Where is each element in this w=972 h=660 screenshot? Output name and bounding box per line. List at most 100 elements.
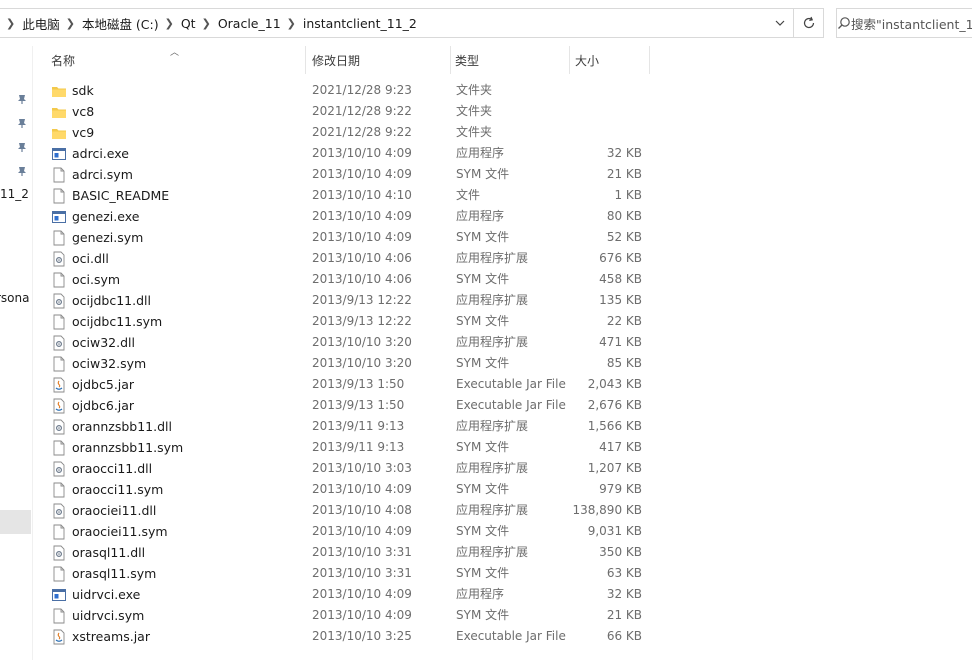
file-row[interactable]: xstreams.jar 2013/10/10 3:25 Executable Ja… bbox=[33, 626, 972, 647]
file-name[interactable]: vc8 bbox=[72, 101, 94, 122]
file-row[interactable]: BASIC_README 2013/10/10 4:10 文件 1 KB bbox=[33, 185, 972, 206]
file-row[interactable]: ociw32.dll 2013/10/10 3:20 应用程序扩展 471 KB bbox=[33, 332, 972, 353]
file-row[interactable]: oci.sym 2013/10/10 4:06 SYM 文件 458 KB bbox=[33, 269, 972, 290]
file-name[interactable]: BASIC_README bbox=[72, 185, 169, 206]
file-name[interactable]: orasql11.sym bbox=[72, 563, 156, 584]
breadcrumb-qt[interactable]: Qt bbox=[181, 16, 196, 31]
file-row[interactable]: uidrvci.sym 2013/10/10 4:09 SYM 文件 21 KB bbox=[33, 605, 972, 626]
chevron-right-icon[interactable]: ❯ bbox=[60, 17, 82, 30]
file-row[interactable]: oci.dll 2013/10/10 4:06 应用程序扩展 676 KB bbox=[33, 248, 972, 269]
file-type: Executable Jar File bbox=[456, 629, 566, 643]
file-row[interactable]: adrci.sym 2013/10/10 4:09 SYM 文件 21 KB bbox=[33, 164, 972, 185]
file-row[interactable]: ociw32.sym 2013/10/10 3:20 SYM 文件 85 KB bbox=[33, 353, 972, 374]
file-row[interactable]: orasql11.dll 2013/10/10 3:31 应用程序扩展 350 KB bbox=[33, 542, 972, 563]
file-name[interactable]: ocijdbc11.dll bbox=[72, 290, 151, 311]
jar-icon bbox=[53, 398, 65, 414]
nav-item-selected[interactable] bbox=[0, 510, 31, 534]
column-header-type[interactable]: 类型 bbox=[449, 46, 569, 74]
file-type: 应用程序扩展 bbox=[456, 335, 529, 349]
file-modified-date: 2013/9/11 9:13 bbox=[312, 419, 405, 433]
pin-icon[interactable] bbox=[16, 165, 28, 177]
file-icon bbox=[53, 524, 65, 540]
column-header-name[interactable]: 名称 bbox=[45, 46, 305, 74]
file-name[interactable]: oraociei11.sym bbox=[72, 521, 168, 542]
file-name[interactable]: genezi.sym bbox=[72, 227, 143, 248]
breadcrumb-current-folder[interactable]: instantclient_11_2 bbox=[303, 16, 417, 31]
column-divider[interactable] bbox=[649, 46, 650, 74]
file-icon bbox=[53, 608, 65, 624]
refresh-button[interactable] bbox=[794, 8, 824, 38]
file-name[interactable]: ojdbc6.jar bbox=[72, 395, 134, 416]
file-name[interactable]: orasql11.dll bbox=[72, 542, 145, 563]
jar-icon bbox=[53, 377, 65, 393]
search-input[interactable]: 搜索"instantclient_11_2" bbox=[851, 14, 972, 33]
column-header-size[interactable]: 大小 bbox=[569, 46, 649, 74]
file-name[interactable]: adrci.sym bbox=[72, 164, 133, 185]
dll-icon bbox=[53, 251, 65, 267]
file-size: 52 KB bbox=[606, 230, 642, 244]
file-row[interactable]: genezi.exe 2013/10/10 4:09 应用程序 80 KB bbox=[33, 206, 972, 227]
file-row[interactable]: genezi.sym 2013/10/10 4:09 SYM 文件 52 KB bbox=[33, 227, 972, 248]
file-row[interactable]: uidrvci.exe 2013/10/10 4:09 应用程序 32 KB bbox=[33, 584, 972, 605]
file-row[interactable]: orannzsbb11.sym 2013/9/11 9:13 SYM 文件 417 K… bbox=[33, 437, 972, 458]
file-name[interactable]: uidrvci.exe bbox=[72, 584, 140, 605]
pin-icon[interactable] bbox=[16, 117, 28, 129]
file-modified-date: 2013/10/10 3:31 bbox=[312, 545, 412, 559]
file-row[interactable]: ocijdbc11.dll 2013/9/13 12:22 应用程序扩展 135 KB bbox=[33, 290, 972, 311]
file-name[interactable]: orannzsbb11.dll bbox=[72, 416, 172, 437]
file-row[interactable]: vc9 2021/12/28 9:22 文件夹 bbox=[33, 122, 972, 143]
file-row[interactable]: orannzsbb11.dll 2013/9/11 9:13 应用程序扩展 1,566… bbox=[33, 416, 972, 437]
file-size: 458 KB bbox=[599, 272, 642, 286]
chevron-right-icon[interactable]: ❯ bbox=[196, 17, 218, 30]
file-name[interactable]: orannzsbb11.sym bbox=[72, 437, 183, 458]
breadcrumb-local-disk[interactable]: 本地磁盘 (C:) bbox=[82, 14, 159, 33]
address-history-button[interactable] bbox=[767, 9, 793, 37]
file-name[interactable]: uidrvci.sym bbox=[72, 605, 144, 626]
chevron-right-icon[interactable]: ❯ bbox=[0, 17, 22, 30]
nav-item-label[interactable]: 11_2 bbox=[0, 187, 29, 201]
file-size: 21 KB bbox=[606, 608, 642, 622]
file-name[interactable]: vc9 bbox=[72, 122, 94, 143]
file-name[interactable]: sdk bbox=[72, 80, 94, 101]
breadcrumb-oracle[interactable]: Oracle_11 bbox=[218, 16, 281, 31]
search-box[interactable]: 搜索"instantclient_11_2" bbox=[836, 8, 972, 38]
file-row[interactable]: sdk 2021/12/28 9:23 文件夹 bbox=[33, 80, 972, 101]
nav-item-label[interactable]: rsona bbox=[0, 291, 30, 305]
file-name[interactable]: oraocci11.sym bbox=[72, 479, 163, 500]
file-row[interactable]: oraociei11.sym 2013/10/10 4:09 SYM 文件 9,031… bbox=[33, 521, 972, 542]
chevron-right-icon[interactable]: ❯ bbox=[159, 17, 181, 30]
file-name[interactable]: adrci.exe bbox=[72, 143, 129, 164]
file-row[interactable]: ojdbc5.jar 2013/9/13 1:50 Executable Jar F… bbox=[33, 374, 972, 395]
navigation-pane[interactable]: 11_2 rsona bbox=[0, 46, 33, 660]
file-row[interactable]: vc8 2021/12/28 9:22 文件夹 bbox=[33, 101, 972, 122]
breadcrumb-this-pc[interactable]: 此电脑 bbox=[22, 14, 60, 33]
file-row[interactable]: ocijdbc11.sym 2013/9/13 12:22 SYM 文件 22 KB bbox=[33, 311, 972, 332]
column-headers: ︿ 名称 修改日期 类型 大小 bbox=[33, 46, 972, 74]
file-type: SYM 文件 bbox=[456, 524, 510, 538]
file-name[interactable]: oraocci11.dll bbox=[72, 458, 152, 479]
file-row[interactable]: adrci.exe 2013/10/10 4:09 应用程序 32 KB bbox=[33, 143, 972, 164]
address-bar[interactable]: ❯ 此电脑 ❯ 本地磁盘 (C:) ❯ Qt ❯ Oracle_11 ❯ ins… bbox=[0, 8, 794, 38]
column-header-date[interactable]: 修改日期 bbox=[306, 46, 450, 74]
file-row[interactable]: orasql11.sym 2013/10/10 3:31 SYM 文件 63 KB bbox=[33, 563, 972, 584]
file-name[interactable]: oci.dll bbox=[72, 248, 109, 269]
file-icon bbox=[53, 188, 65, 204]
chevron-right-icon[interactable]: ❯ bbox=[281, 17, 303, 30]
file-row[interactable]: ojdbc6.jar 2013/9/13 1:50 Executable Jar F… bbox=[33, 395, 972, 416]
file-name[interactable]: xstreams.jar bbox=[72, 626, 150, 647]
file-name[interactable]: ociw32.dll bbox=[72, 332, 135, 353]
file-name[interactable]: ocijdbc11.sym bbox=[72, 311, 162, 332]
file-name[interactable]: oci.sym bbox=[72, 269, 120, 290]
file-name[interactable]: genezi.exe bbox=[72, 206, 139, 227]
file-row[interactable]: oraocci11.dll 2013/10/10 3:03 应用程序扩展 1,207 … bbox=[33, 458, 972, 479]
file-row[interactable]: oraociei11.dll 2013/10/10 4:08 应用程序扩展 138,8… bbox=[33, 500, 972, 521]
file-row[interactable]: oraocci11.sym 2013/10/10 4:09 SYM 文件 979 KB bbox=[33, 479, 972, 500]
file-name[interactable]: oraociei11.dll bbox=[72, 500, 156, 521]
file-modified-date: 2013/10/10 4:09 bbox=[312, 167, 412, 181]
file-type: 应用程序扩展 bbox=[456, 293, 529, 307]
file-icon bbox=[53, 440, 65, 456]
pin-icon[interactable] bbox=[16, 141, 28, 153]
file-name[interactable]: ociw32.sym bbox=[72, 353, 146, 374]
pin-icon[interactable] bbox=[16, 93, 28, 105]
file-name[interactable]: ojdbc5.jar bbox=[72, 374, 134, 395]
